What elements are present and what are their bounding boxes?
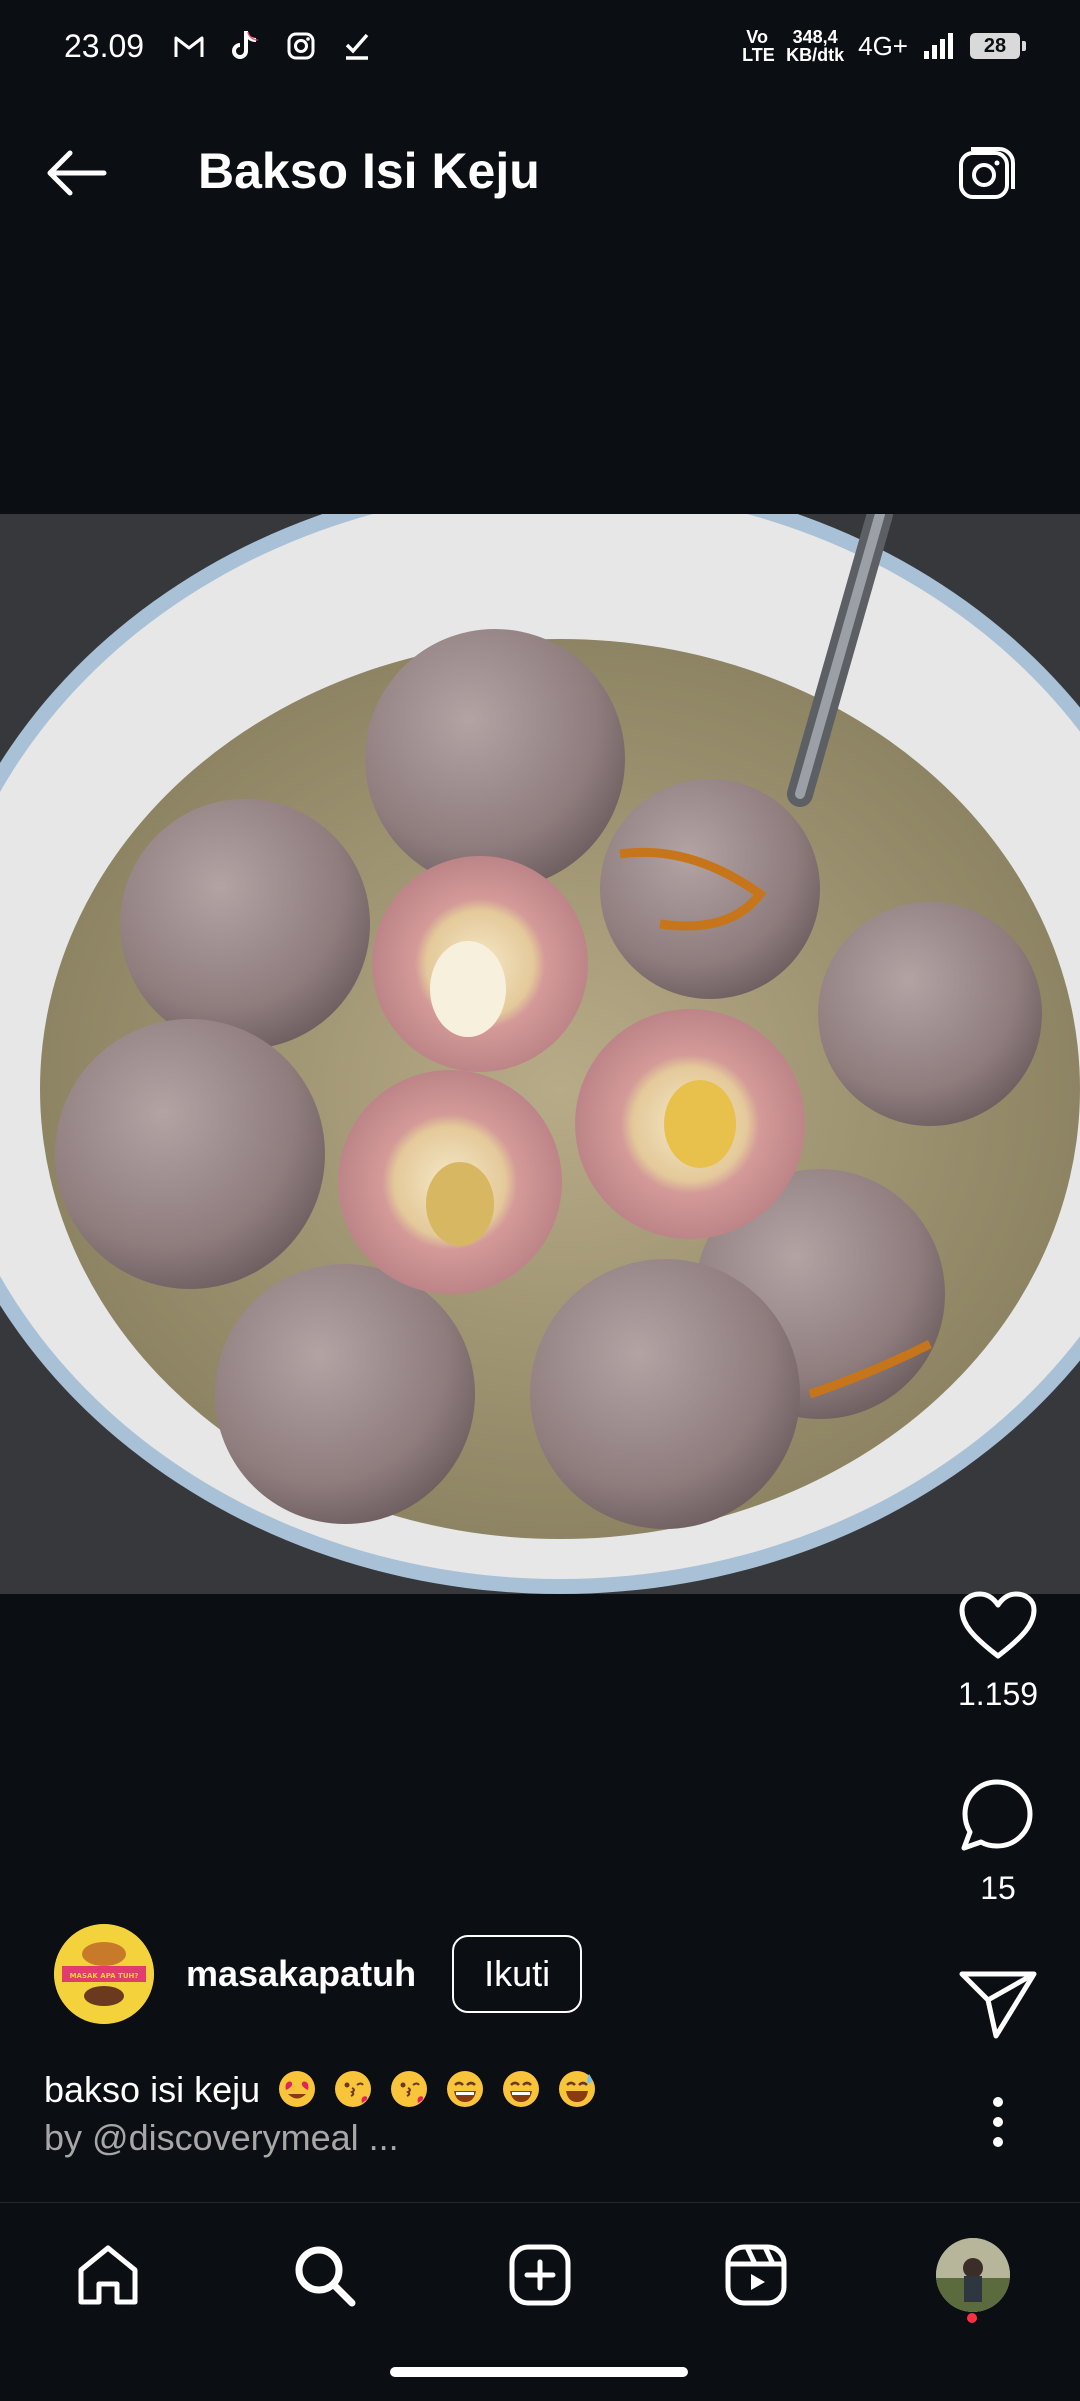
avatar-logo: MASAK APA TUH?	[54, 1924, 154, 2024]
home-icon	[78, 2245, 138, 2305]
nav-create[interactable]	[500, 2235, 580, 2315]
post-caption[interactable]: bakso isi keju by @discoverymeal ...	[44, 2066, 924, 2162]
camera-icon	[959, 147, 1015, 199]
comment-count: 15	[980, 1870, 1016, 1906]
status-left: 23.09	[64, 28, 374, 65]
status-bar: 23.09 Vo LTE 348,4 KB/dtk 4G+ 28	[0, 0, 1080, 92]
back-button[interactable]	[40, 140, 112, 206]
nav-search[interactable]	[284, 2235, 364, 2315]
search-icon	[295, 2246, 356, 2307]
author-row: MASAK APA TUH? masakapatuh Ikuti	[54, 1924, 583, 2024]
caption-line-1: bakso isi keju	[44, 2066, 924, 2114]
author-avatar[interactable]: MASAK APA TUH?	[54, 1924, 154, 2024]
more-options-button[interactable]	[968, 2090, 1028, 2154]
send-icon	[959, 1971, 1037, 2039]
comment-icon[interactable]	[958, 1776, 1038, 1856]
speed-unit: KB/dtk	[786, 45, 845, 65]
author-username[interactable]: masakapatuh	[186, 1953, 416, 1995]
kiss-emoji-icon-2	[391, 2071, 428, 2107]
tiktok-icon	[228, 29, 262, 63]
kiss-emoji-icon	[335, 2071, 372, 2107]
nav-home[interactable]	[68, 2235, 148, 2315]
page-title: Bakso Isi Keju	[198, 143, 540, 199]
create-icon	[509, 2244, 571, 2306]
reels-icon	[725, 2244, 787, 2306]
grin-emoji-icon-2	[503, 2071, 540, 2107]
gmail-icon	[172, 29, 206, 63]
nav-profile[interactable]	[933, 2235, 1013, 2315]
notification-dot	[967, 2313, 977, 2323]
home-indicator[interactable]	[390, 2367, 688, 2377]
nav-reels[interactable]	[716, 2235, 796, 2315]
check-icon	[340, 29, 374, 63]
meatball-soup-photo	[0, 514, 1080, 1594]
avatar-badge-text: MASAK APA TUH?	[70, 1972, 139, 1980]
profile-avatar	[936, 2238, 1010, 2312]
follow-button[interactable]: Ikuti	[452, 1935, 583, 2013]
more-vertical-icon	[993, 2097, 1003, 2147]
signal-icon	[922, 29, 956, 63]
like-action: 1.159	[940, 1590, 1056, 1713]
status-time: 23.09	[64, 27, 145, 64]
arrow-left-icon	[47, 150, 107, 196]
like-count: 1.159	[957, 1676, 1039, 1712]
grin-emoji-icon	[447, 2071, 484, 2107]
camera-button[interactable]	[954, 138, 1024, 208]
share-action[interactable]	[940, 1968, 1056, 2040]
caption-emojis	[278, 2069, 604, 2110]
heart-eyes-emoji-icon	[279, 2071, 316, 2107]
sweat-smile-emoji-icon	[559, 2071, 596, 2107]
caption-credit[interactable]: by @discoverymeal ...	[44, 2114, 924, 2162]
status-right: Vo LTE 348,4 KB/dtk 4G+ 28	[742, 27, 1026, 65]
network-speed: 348,4 KB/dtk	[786, 28, 844, 64]
volte-indicator: Vo LTE	[742, 27, 775, 65]
caption-text: bakso isi keju	[44, 2069, 261, 2110]
bottom-navigation	[0, 2202, 1080, 2401]
battery-indicator: 28	[970, 33, 1026, 59]
instagram-icon	[284, 29, 318, 63]
speed-value: 348,4	[792, 27, 838, 47]
network-type: 4G+	[858, 30, 908, 61]
post-image[interactable]	[0, 514, 1080, 1594]
comment-action: 15	[940, 1776, 1056, 1907]
heart-icon[interactable]	[958, 1590, 1038, 1662]
top-bar: Bakso Isi Keju	[0, 120, 1080, 226]
